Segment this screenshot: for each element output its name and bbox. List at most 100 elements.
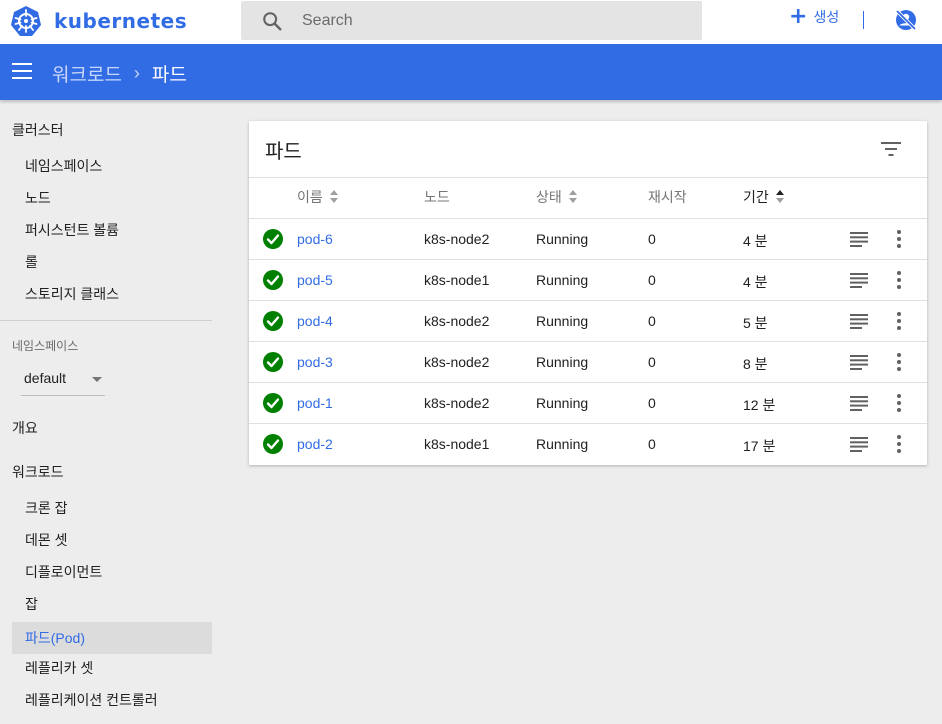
- plus-icon: +: [789, 4, 808, 29]
- sidebar-item-pods[interactable]: 파드(Pod): [12, 622, 212, 654]
- sidebar-item-persistent-volumes[interactable]: 퍼시스턴트 볼륨: [12, 214, 212, 246]
- pod-node: k8s-node2: [424, 395, 490, 411]
- pod-status: Running: [536, 436, 589, 452]
- sidebar-item-cron-jobs[interactable]: 크론 잡: [12, 492, 212, 524]
- pod-name-link[interactable]: pod-6: [297, 231, 333, 247]
- logs-icon[interactable]: [850, 437, 868, 452]
- sidebar-item-nodes[interactable]: 노드: [12, 182, 212, 214]
- sidebar-item-replica-sets[interactable]: 레플리카 셋: [12, 652, 212, 684]
- breadcrumb-workloads[interactable]: 워크로드: [52, 60, 122, 87]
- column-header-name[interactable]: 이름: [297, 187, 339, 207]
- logs-icon[interactable]: [850, 396, 868, 411]
- pod-status: Running: [536, 231, 589, 247]
- pod-name-link[interactable]: pod-4: [297, 313, 333, 329]
- search-icon: [263, 12, 282, 31]
- page-header: 워크로드 › 파드: [0, 44, 942, 100]
- column-header-status[interactable]: 상태: [536, 187, 578, 207]
- pod-age: 4 분: [743, 274, 768, 290]
- logs-icon[interactable]: [850, 273, 868, 288]
- card-header-divider: [249, 177, 927, 178]
- more-vert-icon[interactable]: [894, 270, 904, 290]
- pod-age: 12 분: [743, 397, 776, 413]
- table-row[interactable]: pod-5 k8s-node1 Running 0 4 분: [249, 259, 927, 300]
- namespace-value: default: [24, 370, 67, 386]
- sidebar-item-roles[interactable]: 롤: [12, 246, 212, 278]
- card-title: 파드: [265, 141, 302, 163]
- user-icon[interactable]: [894, 8, 918, 32]
- pod-restarts: 0: [648, 395, 656, 411]
- toolbar-divider: [863, 11, 864, 29]
- sidebar-item-namespaces[interactable]: 네임스페이스: [12, 150, 212, 182]
- breadcrumb-current: 파드: [151, 65, 187, 86]
- top-bar: kubernetes + 생성: [0, 0, 942, 44]
- sidebar-item-deployments[interactable]: 디플로이먼트: [12, 556, 212, 588]
- sidebar: 클러스터 네임스페이스 노드 퍼시스턴트 볼륨 롤 스토리지 클래스 네임스페이…: [0, 100, 224, 724]
- menu-icon[interactable]: [12, 63, 32, 79]
- pod-restarts: 0: [648, 313, 656, 329]
- pod-node: k8s-node1: [424, 436, 490, 452]
- sidebar-item-storage-classes[interactable]: 스토리지 클래스: [12, 278, 212, 310]
- more-vert-icon[interactable]: [894, 393, 904, 413]
- search-input[interactable]: [302, 9, 682, 33]
- pod-node: k8s-node2: [424, 313, 490, 329]
- more-vert-icon[interactable]: [894, 434, 904, 454]
- pod-status: Running: [536, 395, 589, 411]
- pod-age: 8 분: [743, 356, 768, 372]
- pod-name-link[interactable]: pod-5: [297, 272, 333, 288]
- app-name: kubernetes: [54, 9, 188, 33]
- sidebar-title-workloads[interactable]: 워크로드: [12, 462, 64, 482]
- column-header-restarts-label: 재시작: [648, 189, 687, 205]
- check-circle-icon: [263, 393, 283, 413]
- sidebar-item-overview[interactable]: 개요: [12, 418, 38, 438]
- create-button[interactable]: + 생성: [789, 6, 839, 28]
- namespace-select[interactable]: default: [21, 362, 105, 396]
- column-header-node: 노드: [424, 187, 450, 207]
- column-header-node-label: 노드: [424, 189, 450, 205]
- pod-restarts: 0: [648, 231, 656, 247]
- column-header-age-label: 기간: [743, 189, 769, 205]
- check-circle-icon: [263, 229, 283, 249]
- breadcrumb: 워크로드 › 파드: [52, 60, 187, 87]
- more-vert-icon[interactable]: [894, 311, 904, 331]
- pod-name-link[interactable]: pod-1: [297, 395, 333, 411]
- more-vert-icon[interactable]: [894, 229, 904, 249]
- sidebar-item-replication-controllers[interactable]: 레플리케이션 컨트롤러: [12, 684, 212, 716]
- pod-status: Running: [536, 313, 589, 329]
- pod-age: 4 분: [743, 233, 768, 249]
- kubernetes-logo-icon: [11, 6, 41, 36]
- pod-node: k8s-node1: [424, 272, 490, 288]
- pod-node: k8s-node2: [424, 231, 490, 247]
- column-header-restarts: 재시작: [648, 187, 687, 207]
- column-header-status-label: 상태: [536, 189, 562, 205]
- more-vert-icon[interactable]: [894, 352, 904, 372]
- pod-status: Running: [536, 272, 589, 288]
- table-row[interactable]: pod-1 k8s-node2 Running 0 12 분: [249, 382, 927, 423]
- table-row[interactable]: pod-2 k8s-node1 Running 0 17 분: [249, 423, 927, 464]
- pod-age: 17 분: [743, 438, 776, 454]
- check-circle-icon: [263, 311, 283, 331]
- check-circle-icon: [263, 270, 283, 290]
- create-button-label: 생성: [813, 9, 840, 25]
- filter-icon[interactable]: [880, 141, 902, 157]
- sort-ascending-icon: [775, 190, 785, 204]
- pod-name-link[interactable]: pod-2: [297, 436, 333, 452]
- check-circle-icon: [263, 352, 283, 372]
- pod-node: k8s-node2: [424, 354, 490, 370]
- column-header-age[interactable]: 기간: [743, 187, 785, 207]
- table-row[interactable]: pod-6 k8s-node2 Running 0 4 분: [249, 218, 927, 259]
- chevron-down-icon: [92, 377, 102, 382]
- table-row[interactable]: pod-4 k8s-node2 Running 0 5 분: [249, 300, 927, 341]
- pod-name-link[interactable]: pod-3: [297, 354, 333, 370]
- logs-icon[interactable]: [850, 355, 868, 370]
- sidebar-item-jobs[interactable]: 잡: [12, 588, 212, 620]
- table-row[interactable]: pod-3 k8s-node2 Running 0 8 분: [249, 341, 927, 382]
- sidebar-item-daemon-sets[interactable]: 데몬 셋: [12, 524, 212, 556]
- pod-status: Running: [536, 354, 589, 370]
- logs-icon[interactable]: [850, 314, 868, 329]
- app-logo[interactable]: kubernetes: [10, 5, 187, 37]
- sidebar-title-cluster[interactable]: 클러스터: [12, 120, 64, 140]
- sidebar-divider: [0, 320, 212, 321]
- logs-icon[interactable]: [850, 232, 868, 247]
- search-bar: [241, 1, 702, 40]
- sort-icon: [568, 190, 578, 204]
